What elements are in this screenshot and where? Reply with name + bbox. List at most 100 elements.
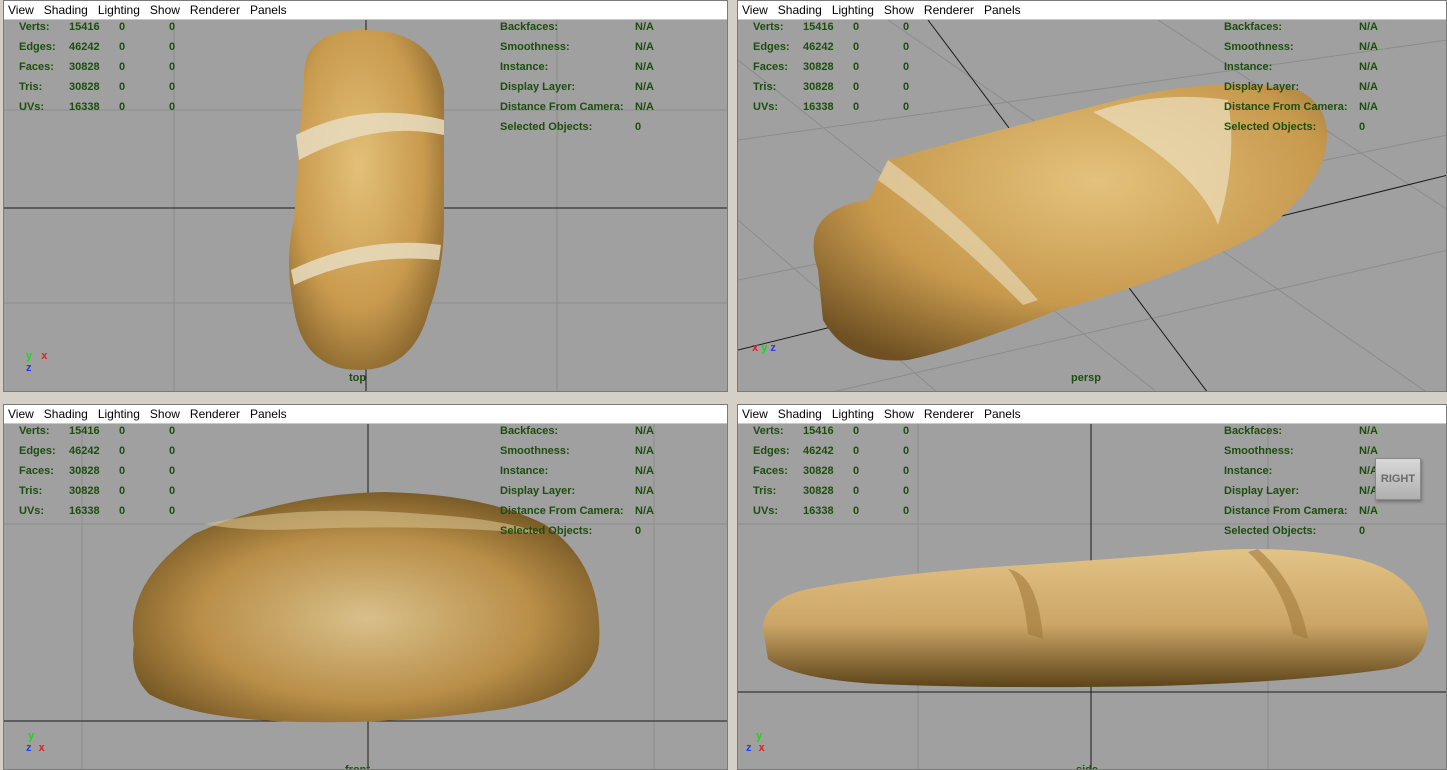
info-value: N/A [635,101,654,113]
menu-show[interactable]: Show [884,405,914,423]
axis-label: x [41,350,48,362]
stat-value: 0 [903,485,910,497]
menu-panels[interactable]: Panels [250,1,287,19]
menu-shading[interactable]: Shading [44,405,88,423]
viewport-persp[interactable]: View Shading Lighting Show Renderer Pane… [737,0,1447,392]
viewcube-face-label: RIGHT [1380,473,1416,485]
info-label: Backfaces: [1224,425,1283,437]
stat-value: 46242 [803,41,834,53]
front-scene [4,424,727,769]
stat-value: 46242 [69,41,100,53]
stat-label: Faces: [19,61,54,73]
viewport-side[interactable]: View Shading Lighting Show Renderer Pane… [737,404,1447,770]
bread-mesh [289,30,444,370]
stat-label: Verts: [19,425,50,437]
info-label: Smoothness: [500,445,570,457]
info-label: Selected Objects: [500,525,593,537]
viewport-menubar: View Shading Lighting Show Renderer Pane… [738,405,1446,424]
stat-value: 0 [853,101,860,113]
info-label: Display Layer: [500,485,576,497]
viewport-canvas[interactable]: Verts: 15416 0 0 Edges: 46242 0 0 Faces:… [4,424,727,769]
info-value: 0 [1359,121,1366,133]
menu-renderer[interactable]: Renderer [924,405,974,423]
stat-label: UVs: [753,505,779,517]
menu-panels[interactable]: Panels [984,405,1021,423]
info-value: N/A [1359,425,1378,437]
menu-shading[interactable]: Shading [778,1,822,19]
menu-show[interactable]: Show [884,1,914,19]
viewport-menubar: View Shading Lighting Show Renderer Pane… [4,1,727,20]
stat-value: 0 [853,425,860,437]
menu-show[interactable]: Show [150,405,180,423]
axis-label: y [756,730,763,742]
info-value: N/A [1359,21,1378,33]
viewport-canvas[interactable]: Verts: 15416 0 0 Edges: 46242 0 0 Faces:… [738,20,1446,391]
stat-value: 0 [119,61,126,73]
stat-label: Edges: [753,41,790,53]
stat-value: 15416 [69,21,100,33]
info-label: Instance: [500,61,549,73]
stat-value: 0 [853,81,860,93]
stat-value: 46242 [69,445,100,457]
camera-label: side [1076,764,1099,770]
info-label: Instance: [1224,465,1273,477]
viewport-canvas[interactable]: Verts: 15416 0 0 Edges: 46242 0 0 Faces:… [4,20,727,391]
viewport-menubar: View Shading Lighting Show Renderer Pane… [4,405,727,424]
menu-lighting[interactable]: Lighting [832,405,874,423]
stat-label: Tris: [753,81,777,93]
top-scene [4,20,727,391]
menu-lighting[interactable]: Lighting [98,405,140,423]
stat-value: 30828 [69,465,100,477]
menu-renderer[interactable]: Renderer [924,1,974,19]
viewport-canvas[interactable]: Verts: 15416 0 0 Edges: 46242 0 0 Faces:… [738,424,1446,769]
stat-value: 0 [119,485,126,497]
menu-lighting[interactable]: Lighting [832,1,874,19]
info-label: Backfaces: [500,425,559,437]
viewport-front[interactable]: View Shading Lighting Show Renderer Pane… [3,404,728,770]
stat-value: 30828 [69,81,100,93]
viewcube-icon[interactable]: RIGHT [1375,458,1421,500]
menu-view[interactable]: View [742,1,768,19]
stat-value: 0 [903,101,910,113]
menu-shading[interactable]: Shading [44,1,88,19]
info-value: N/A [635,445,654,457]
axis-label: x [38,742,45,754]
info-value: N/A [635,21,654,33]
camera-label: top [349,372,367,384]
stat-label: Verts: [753,21,784,33]
stat-value: 0 [903,425,910,437]
viewport-top[interactable]: View Shading Lighting Show Renderer Pane… [3,0,728,392]
menu-panels[interactable]: Panels [984,1,1021,19]
menu-shading[interactable]: Shading [778,405,822,423]
stat-value: 0 [903,81,910,93]
stat-value: 0 [169,505,176,517]
menu-panels[interactable]: Panels [250,405,287,423]
menu-show[interactable]: Show [150,1,180,19]
menu-lighting[interactable]: Lighting [98,1,140,19]
info-label: Instance: [1224,61,1273,73]
stat-value: 30828 [803,81,834,93]
info-value: N/A [635,505,654,517]
info-label: Smoothness: [500,41,570,53]
menu-view[interactable]: View [742,405,768,423]
stat-value: 0 [119,41,126,53]
menu-view[interactable]: View [8,405,34,423]
menu-renderer[interactable]: Renderer [190,1,240,19]
info-value: N/A [1359,81,1378,93]
stat-value: 0 [853,41,860,53]
menu-renderer[interactable]: Renderer [190,405,240,423]
stat-value: 0 [169,81,176,93]
stat-value: 0 [853,445,860,457]
axis-label: x [758,742,765,754]
axis-gizmo-icon: y z x [26,730,45,754]
stat-value: 0 [119,425,126,437]
info-label: Distance From Camera: [1224,505,1348,517]
stat-value: 16338 [69,101,100,113]
info-value: N/A [1359,101,1378,113]
stat-label: Edges: [19,445,56,457]
stat-value: 15416 [803,425,834,437]
stat-label: Faces: [753,465,788,477]
persp-scene [738,20,1446,391]
menu-view[interactable]: View [8,1,34,19]
info-value: N/A [1359,61,1378,73]
